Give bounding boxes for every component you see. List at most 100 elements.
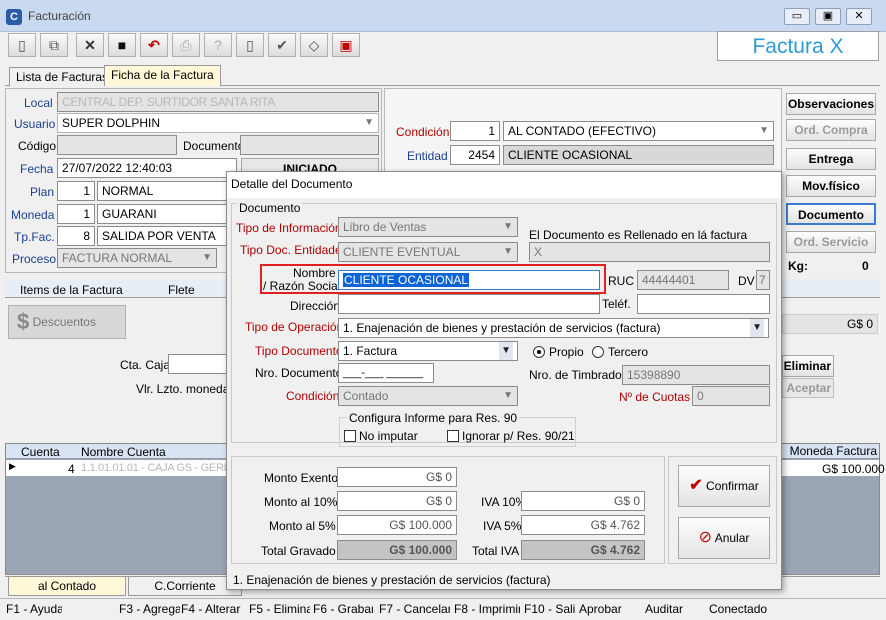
tab-al-contado[interactable]: al Contado <box>8 576 126 596</box>
status-f5[interactable]: F5 - Elimina <box>249 601 310 619</box>
eraser-button[interactable]: ◇ <box>300 33 328 57</box>
usuario-select[interactable]: SUPER DOLPHIN ▼ <box>57 113 379 133</box>
tab-flete[interactable]: Flete <box>168 283 195 297</box>
entidad-field[interactable]: CLIENTE OCASIONAL <box>503 145 774 165</box>
status-f4[interactable]: F4 - Alterar <box>181 601 243 619</box>
documento-field[interactable] <box>240 135 379 155</box>
telef-input[interactable] <box>637 294 770 314</box>
mov-fisico-button[interactable]: Mov.físico <box>786 175 876 197</box>
row-cuenta: 4 <box>68 462 75 476</box>
close-button[interactable]: ✕ <box>846 8 872 25</box>
tab-c-corriente[interactable]: C.Corriente <box>128 576 242 596</box>
check-button[interactable]: ✔ <box>268 33 296 57</box>
pdf-icon: ▣ <box>339 37 353 53</box>
codigo-label: Código <box>18 139 57 153</box>
condicion-select[interactable]: AL CONTADO (EFECTIVO) ▼ <box>503 121 774 141</box>
confirmar-button[interactable]: ✔ Confirmar <box>678 465 770 507</box>
new-button[interactable]: ▯ <box>8 33 36 57</box>
observaciones-button[interactable]: Observaciones <box>786 93 876 115</box>
descuentos-total: G$ 0 <box>782 314 878 334</box>
proceso-select[interactable]: FACTURA NORMAL ▼ <box>57 248 217 268</box>
save-button[interactable]: ■ <box>108 33 136 57</box>
tab-items-factura[interactable]: Items de la Factura <box>20 283 123 297</box>
exit-button[interactable]: ▯ <box>236 33 264 57</box>
moneda-code-field[interactable]: 1 <box>57 204 95 224</box>
row-pointer-icon: ▶ <box>9 461 16 471</box>
nombre-label: Nombre <box>293 266 336 280</box>
delete-button[interactable]: ✕ <box>76 33 104 57</box>
proceso-label: Proceso <box>12 252 57 266</box>
direccion-label: Dirección <box>290 299 341 313</box>
status-f1[interactable]: F1 - Ayuda <box>6 601 62 619</box>
monto10-label: Monto al 10% <box>264 495 338 509</box>
moneda-field[interactable]: GUARANI <box>97 204 227 224</box>
status-f8[interactable]: F8 - Imprimir <box>454 601 520 619</box>
entrega-button[interactable]: Entrega <box>786 148 876 170</box>
cta-caja-field[interactable] <box>168 354 228 374</box>
razon-social-input[interactable]: CLIENTE OCASIONAL <box>338 270 600 290</box>
status-auditar[interactable]: Auditar <box>645 601 705 619</box>
propio-radio[interactable]: Propio <box>533 345 584 359</box>
monto5-field: G$ 100.000 <box>337 515 457 535</box>
condicion-code-field[interactable]: 1 <box>450 121 500 141</box>
aceptar-button[interactable]: Aceptar <box>782 378 834 398</box>
tipo-op-select[interactable]: 1. Enajenación de bienes y prestación de… <box>338 318 769 338</box>
no-imputar-checkbox[interactable]: No imputar <box>344 429 418 443</box>
copy-button[interactable]: ⧉ <box>40 33 68 57</box>
dollar-icon: $ <box>17 309 30 334</box>
ignorar-checkbox[interactable]: Ignorar p/ Res. 90/21 <box>447 429 575 443</box>
help-button[interactable]: ? <box>204 33 232 57</box>
tab-ficha-factura[interactable]: Ficha de la Factura <box>104 65 221 86</box>
exit-icon: ▯ <box>246 37 254 53</box>
fecha-field[interactable]: 27/07/2022 12:40:03 <box>57 158 237 178</box>
ruc-field: 44444401 <box>637 270 729 290</box>
rellenado-field: X <box>529 242 770 262</box>
direccion-input[interactable] <box>338 294 600 314</box>
ord-servicio-button[interactable]: Ord. Servicio <box>786 231 876 253</box>
plan-label: Plan <box>30 185 55 199</box>
minimize-button[interactable]: ▭ <box>784 8 810 25</box>
anular-button[interactable]: ⊘ Anular <box>678 517 770 559</box>
undo-button[interactable]: ↶ <box>140 33 168 57</box>
status-f7[interactable]: F7 - Cancelar <box>379 601 450 619</box>
tab-lista-facturas[interactable]: Lista de Facturas <box>9 67 116 86</box>
timbrado-label: Nro. de Timbrado <box>529 368 622 382</box>
status-aprobar[interactable]: Aprobar <box>579 601 639 619</box>
plan-field[interactable]: NORMAL <box>97 181 227 201</box>
chevron-down-icon: ▼ <box>750 319 764 337</box>
tercero-radio[interactable]: Tercero <box>592 345 648 359</box>
status-bar: F1 - Ayuda F3 - Agrega F4 - Alterar F5 -… <box>0 598 886 620</box>
total-iva-field: G$ 4.762 <box>521 540 645 560</box>
delete-icon: ✕ <box>84 37 96 53</box>
status-f6[interactable]: F6 - Grabar <box>313 601 373 619</box>
chevron-down-icon: ▼ <box>759 125 769 136</box>
tipo-info-select[interactable]: Libro de Ventas ▼ <box>338 217 518 237</box>
plan-code-field[interactable]: 1 <box>57 181 95 201</box>
estado-badge: INICIADO <box>241 158 379 172</box>
codigo-field[interactable] <box>57 135 177 155</box>
config-res90-title: Configura Informe para Res. 90 <box>347 411 520 425</box>
tpfac-code-field[interactable]: 8 <box>57 226 95 246</box>
dv-field: 7 <box>756 270 770 290</box>
kg-label: Kg: <box>788 259 808 273</box>
descuentos-button[interactable]: $ Descuentos <box>8 305 126 339</box>
maximize-button[interactable]: ▣ <box>815 8 841 25</box>
documento-button[interactable]: Documento <box>786 203 876 225</box>
eliminar-button[interactable]: Eliminar <box>782 355 834 377</box>
nro-doc-input[interactable]: ___-___ ______ <box>338 363 434 383</box>
status-f3[interactable]: F3 - Agrega <box>119 601 180 619</box>
ord-compra-button[interactable]: Ord. Compra <box>786 119 876 141</box>
chevron-down-icon: ▼ <box>499 342 513 360</box>
local-field[interactable]: CENTRAL DEP. SURTIDOR SANTA RITA <box>57 92 379 112</box>
status-f10[interactable]: F10 - Salir <box>524 601 575 619</box>
monto5-label: Monto al 5% <box>269 519 336 533</box>
pdf-button[interactable]: ▣ <box>332 33 360 57</box>
tipo-doc-select[interactable]: 1. Factura ▼ <box>338 341 518 361</box>
condicion-doc-select[interactable]: Contado ▼ <box>338 386 518 406</box>
tipo-doc-ent-select[interactable]: CLIENTE EVENTUAL ▼ <box>338 242 518 262</box>
print-button[interactable]: ⎙ <box>172 33 200 57</box>
entidad-code-field[interactable]: 2454 <box>450 145 500 165</box>
cancel-icon: ⊘ <box>698 529 713 546</box>
total-gravado-field: G$ 100.000 <box>337 540 457 560</box>
tpfac-field[interactable]: SALIDA POR VENTA <box>97 226 227 246</box>
